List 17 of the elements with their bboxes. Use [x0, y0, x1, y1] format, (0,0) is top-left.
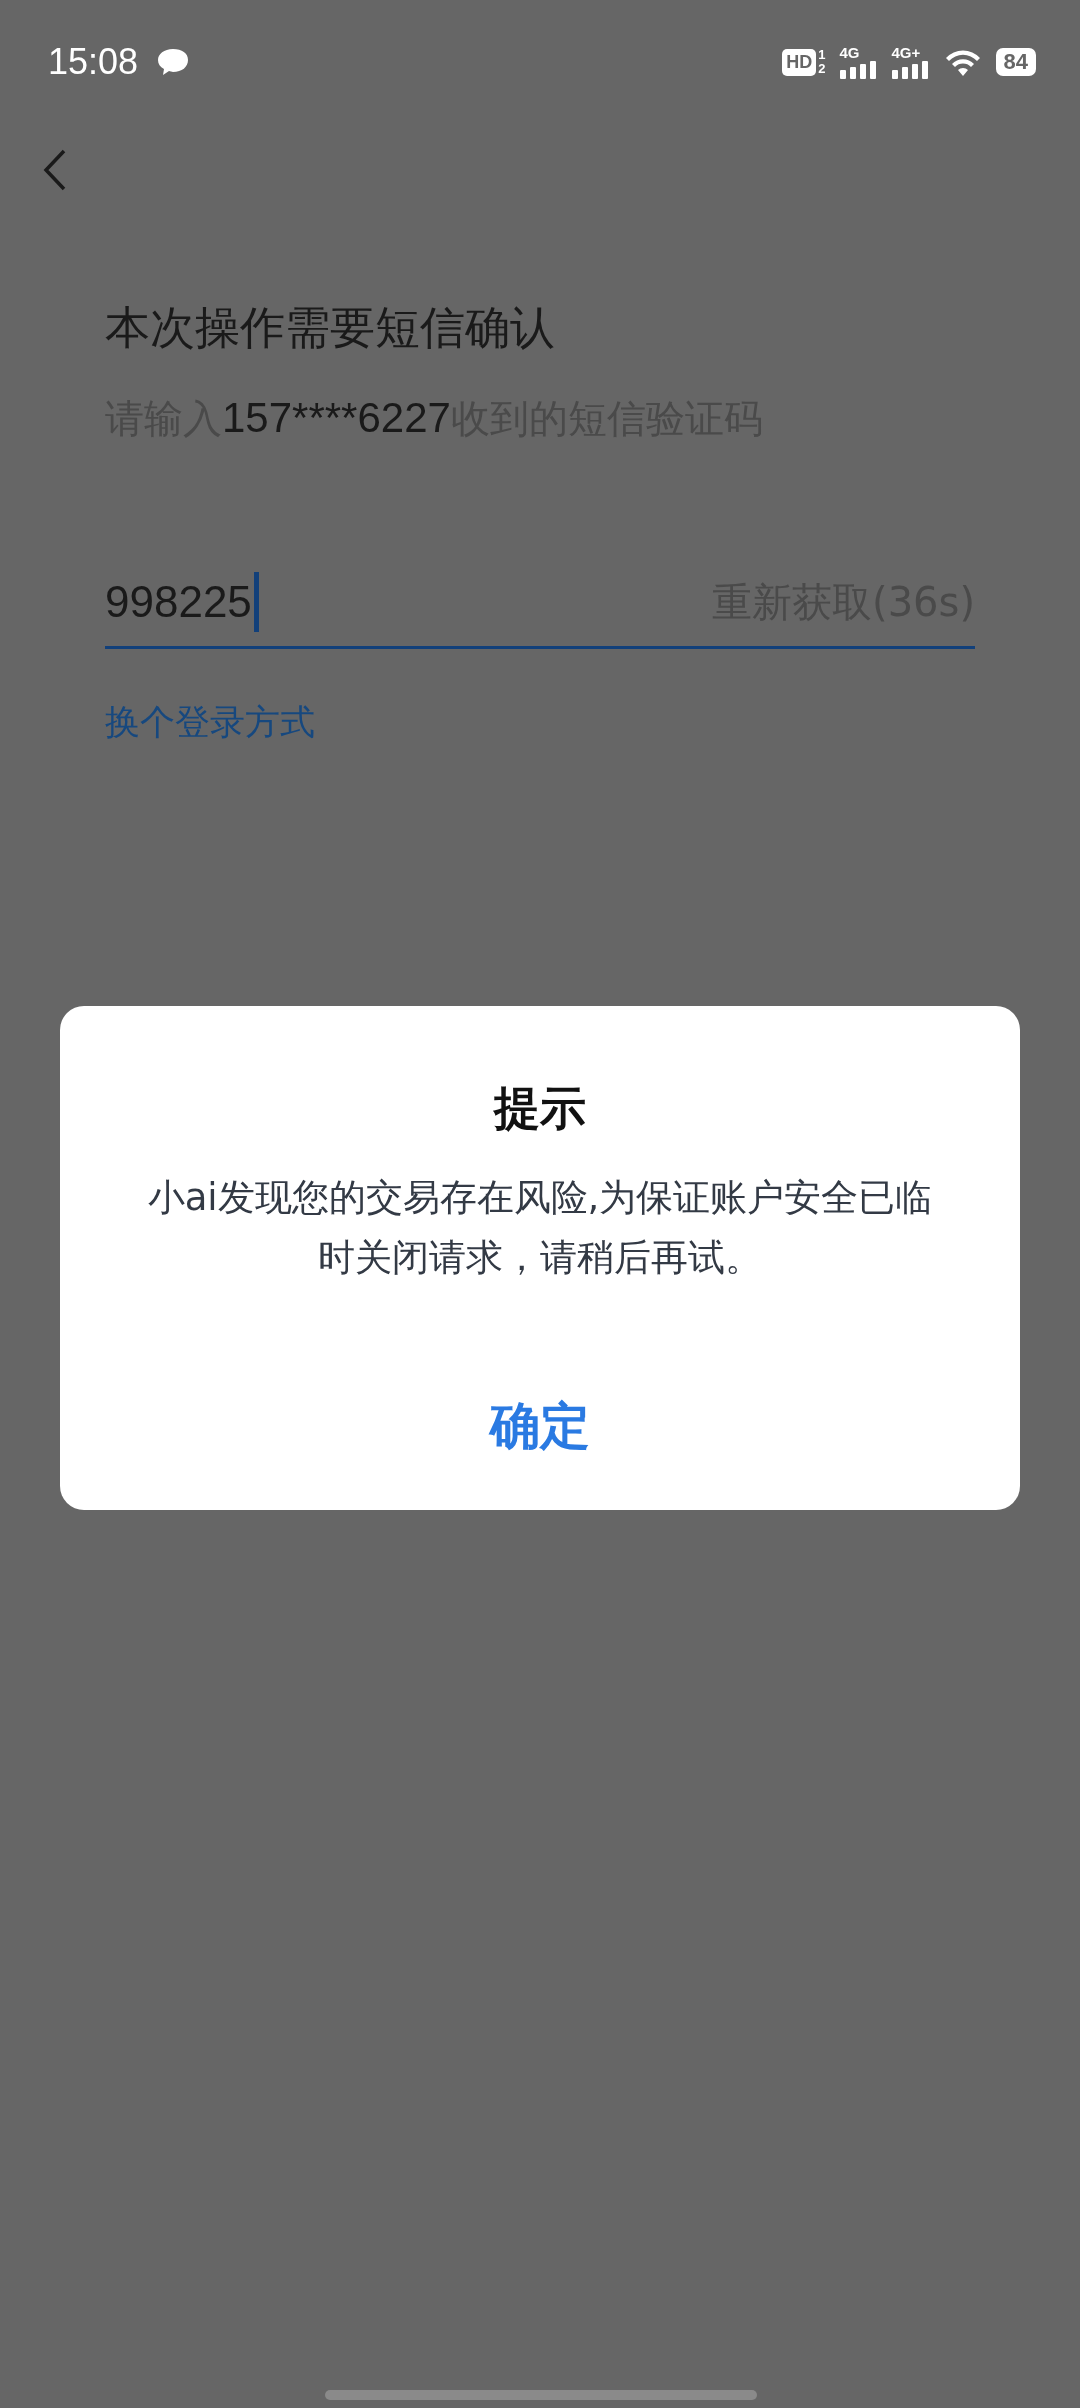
dialog-message: 小ai发现您的交易存在风险,为保证账户安全已临时关闭请求，请稍后再试。 — [146, 1175, 934, 1281]
dialog-title: 提示 — [494, 1080, 586, 1137]
sim-number: 2 — [818, 62, 826, 76]
back-icon[interactable] — [42, 148, 68, 192]
sim-number: 1 — [818, 48, 826, 62]
signal-icon — [839, 61, 878, 79]
status-time: 15:08 — [48, 41, 139, 83]
network-label: 4G+ — [891, 45, 921, 61]
page-title: 本次操作需要短信确认 — [105, 300, 556, 356]
message-icon — [156, 47, 191, 77]
battery-indicator: 84 — [995, 48, 1036, 76]
input-field[interactable]: 998225 — [105, 572, 713, 632]
hd-badge: HD — [782, 48, 817, 76]
network-label: 4G — [839, 45, 860, 61]
signal-icon — [891, 61, 930, 79]
confirm-button[interactable]: 确定 — [450, 1383, 630, 1470]
switch-login-link[interactable]: 换个登录方式 — [105, 699, 315, 746]
